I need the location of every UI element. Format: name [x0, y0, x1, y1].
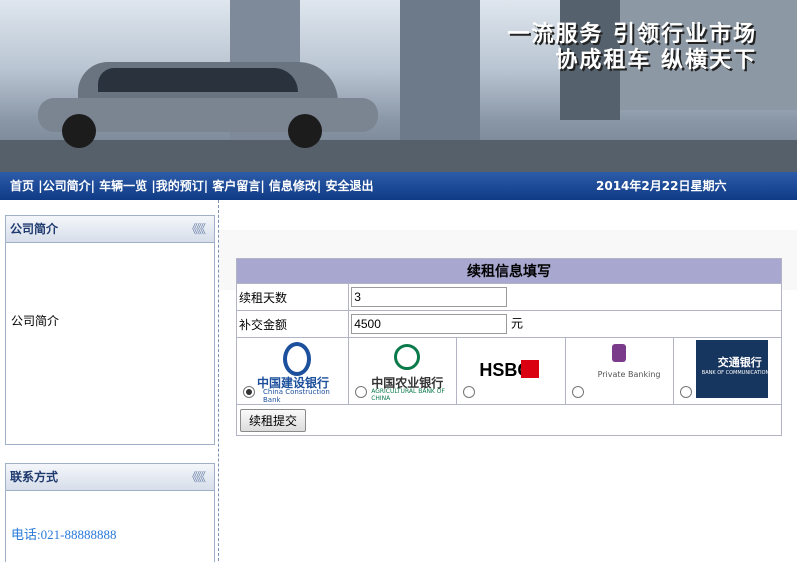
hsbc-hexagon-icon	[521, 360, 540, 378]
header-banner: 一流服务 引领行业市场 协成租车 纵横天下	[0, 0, 797, 172]
amount-label: 补交金额	[235, 310, 350, 338]
contact-panel-title: 联系方式	[10, 470, 59, 484]
company-panel: 公司简介 《《《 公司简介	[5, 215, 215, 445]
bank-radio-comm[interactable]	[679, 386, 692, 398]
private-banking-logo-icon	[611, 344, 626, 362]
company-panel-title: 公司简介	[10, 222, 59, 236]
comm-name-en: BANK OF COMMUNICATIONS	[701, 370, 773, 376]
road-shape	[0, 140, 797, 172]
bank-radio-ccb[interactable]	[243, 386, 255, 398]
bank-option-comm[interactable]: 交通银行 BANK OF COMMUNICATIONS	[672, 337, 783, 405]
collapse-arrows-icon[interactable]: 《《《	[186, 464, 206, 490]
nav-link-messages[interactable]: 客户留言|	[212, 179, 264, 193]
nav-link-home[interactable]: 首页	[10, 179, 34, 193]
building-shape	[400, 0, 480, 150]
top-nav: 首页 |公司简介| 车辆一览 |我的预订| 客户留言| 信息修改| 安全退出 2…	[0, 172, 797, 200]
amount-input[interactable]: 4500	[351, 314, 508, 334]
collapse-arrows-icon[interactable]: 《《《	[186, 216, 206, 242]
submit-button[interactable]: 续租提交	[240, 408, 307, 432]
contact-panel: 联系方式 《《《 电话:021-88888888	[5, 463, 215, 562]
sidebar: 公司简介 《《《 公司简介 联系方式 《《《 电话:021-88888888	[0, 200, 219, 562]
ccb-name-en: China Construction Bank	[263, 388, 330, 404]
amount-cell: 4500 元	[348, 310, 782, 338]
ccb-logo-icon	[283, 342, 311, 376]
bank-option-abc[interactable]: 中国农业银行 AGRICULTURAL BANK OF CHINA	[348, 337, 458, 405]
bank-radio-abc[interactable]	[355, 386, 368, 398]
nav-links: 首页 |公司简介| 车辆一览 |我的预订| 客户留言| 信息修改| 安全退出	[10, 172, 374, 200]
bank-option-hsbc[interactable]: HSBC	[456, 337, 566, 405]
abc-name-en: AGRICULTURAL BANK OF CHINA	[371, 388, 445, 402]
days-cell: 3	[348, 283, 782, 311]
form-title: 续租信息填写	[236, 258, 782, 284]
renewal-form: 续租信息填写 续租天数 3 补交金额 4500 元 中国建设银行 China C…	[235, 258, 783, 436]
bank-option-private[interactable]: Private Banking	[564, 337, 674, 405]
car-image	[38, 62, 378, 148]
company-panel-header: 公司简介 《《《	[6, 216, 214, 243]
nav-link-company[interactable]: |公司简介|	[38, 179, 95, 193]
bank-option-ccb[interactable]: 中国建设银行 China Construction Bank	[235, 337, 350, 405]
nav-link-bookings[interactable]: |我的预订|	[151, 179, 208, 193]
submit-row: 续租提交	[236, 404, 782, 436]
private-banking-name: Private Banking	[597, 370, 661, 379]
contact-phone: 电话:021-88888888	[11, 527, 117, 542]
company-panel-body: 公司简介	[11, 314, 60, 328]
abc-logo-icon	[394, 344, 421, 370]
days-input[interactable]: 3	[351, 287, 508, 307]
bank-radio-hsbc[interactable]	[463, 386, 476, 398]
contact-panel-header: 联系方式 《《《	[6, 464, 214, 491]
bank-radio-private[interactable]	[571, 386, 584, 398]
nav-date: 2014年2月22日星期六	[596, 179, 727, 193]
amount-unit: 元	[511, 316, 524, 331]
nav-link-vehicles[interactable]: 车辆一览	[99, 179, 147, 193]
nav-link-logout[interactable]: 安全退出	[326, 179, 374, 193]
nav-link-profile[interactable]: 信息修改|	[269, 179, 321, 193]
comm-name: 交通银行	[717, 356, 762, 369]
banner-slogan-line2: 协成租车 纵横天下	[555, 48, 757, 73]
days-label: 续租天数	[235, 283, 350, 311]
